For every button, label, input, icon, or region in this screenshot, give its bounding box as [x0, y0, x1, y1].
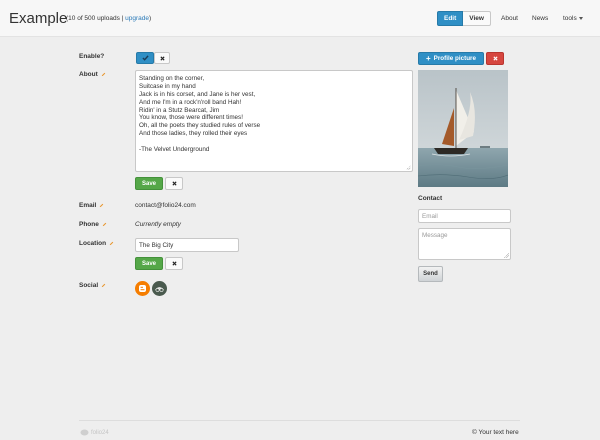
chevron-down-icon [578, 16, 583, 20]
about-line: And those ladies, they rolled their eyes [139, 130, 248, 138]
upload-quota-close: ) [149, 15, 152, 22]
close-icon [159, 55, 165, 61]
footer-copyright: © Your text here [472, 429, 519, 436]
edit-mode-button[interactable]: Edit [437, 11, 464, 26]
social-label: Social [79, 282, 106, 289]
contact-email-input[interactable]: Email [418, 209, 511, 223]
close-icon [171, 261, 177, 266]
about-line: You know, those were different times! [139, 114, 243, 122]
check-icon [141, 55, 149, 61]
enable-label: Enable? [79, 53, 105, 60]
profile-photo [418, 70, 508, 187]
send-button[interactable]: Send [418, 266, 443, 282]
about-line: Standing on the corner, [139, 75, 205, 82]
location-cancel-button[interactable] [165, 257, 183, 270]
about-line: Ridin' in a Stutz Bearcat, Jim [139, 106, 220, 114]
profile-picture-label: Profile picture [433, 55, 476, 62]
phone-value: Currently empty [135, 221, 181, 228]
pencil-icon[interactable] [101, 72, 106, 77]
close-icon [492, 56, 498, 61]
nav-tools-dropdown[interactable]: tools [563, 15, 583, 22]
enable-no-button[interactable] [154, 52, 170, 64]
contact-email-placeholder: Email [422, 212, 438, 220]
enable-yes-button[interactable] [136, 52, 154, 64]
pencil-icon[interactable] [99, 203, 104, 208]
about-line: And me I'm in a rock'n'roll band Hah! [139, 98, 242, 106]
pencil-icon[interactable] [102, 222, 107, 227]
email-value: contact@folio24.com [135, 202, 196, 209]
brand-title[interactable]: Example [9, 10, 67, 27]
about-label: About [79, 71, 106, 78]
close-icon [171, 181, 177, 186]
about-cancel-button[interactable] [165, 177, 183, 190]
pencil-icon[interactable] [101, 283, 106, 288]
tripadvisor-icon[interactable] [152, 281, 167, 296]
pencil-icon[interactable] [109, 241, 114, 246]
nav-tools-label: tools [563, 15, 577, 22]
footer-logo-text: folio24 [91, 429, 109, 436]
contact-message-textarea[interactable]: Message [418, 228, 511, 260]
location-input[interactable]: The Big City [135, 238, 239, 252]
remove-picture-button[interactable] [486, 52, 504, 65]
resize-handle-icon[interactable] [406, 165, 411, 170]
email-label: Email [79, 202, 104, 209]
about-textarea[interactable]: Standing on the corner, Suitcase in my h… [135, 70, 413, 172]
about-label-text: About [79, 71, 98, 78]
leaf-icon [80, 429, 89, 436]
about-line: Suitcase in my hand [139, 82, 196, 90]
about-line: Oh, all the poets they studied rules of … [139, 122, 261, 130]
about-line [139, 138, 409, 146]
blogger-icon[interactable] [135, 281, 150, 296]
social-label-text: Social [79, 282, 99, 289]
phone-label: Phone [79, 221, 107, 228]
about-save-button[interactable]: Save [135, 177, 163, 190]
contact-message-placeholder: Message [422, 232, 448, 239]
upload-quota: (10 of 500 uploads | upgrade) [66, 15, 151, 22]
upgrade-link[interactable]: upgrade [125, 15, 149, 22]
nav-news-link[interactable]: News [532, 15, 548, 22]
top-navbar: Example (10 of 500 uploads | upgrade) Ed… [0, 0, 600, 37]
nav-about-link[interactable]: About [501, 15, 518, 22]
profile-picture-button[interactable]: + Profile picture [418, 52, 484, 65]
footer-logo[interactable]: folio24 [80, 429, 109, 436]
contact-heading: Contact [418, 195, 443, 202]
email-label-text: Email [79, 202, 97, 209]
phone-label-text: Phone [79, 221, 99, 228]
location-label-text: Location [79, 240, 107, 247]
view-mode-button[interactable]: View [463, 11, 491, 26]
footer-divider [79, 420, 520, 421]
plus-icon: + [425, 53, 431, 63]
about-line: Jack is in his corset, and Jane is her v… [139, 90, 256, 98]
resize-handle-icon[interactable] [504, 253, 509, 258]
mode-toggle: Edit View [437, 11, 491, 26]
about-line: -The Velvet Underground [139, 146, 210, 154]
location-label: Location [79, 240, 114, 247]
location-save-button[interactable]: Save [135, 257, 163, 270]
upload-quota-text: (10 of 500 uploads | [66, 15, 126, 22]
